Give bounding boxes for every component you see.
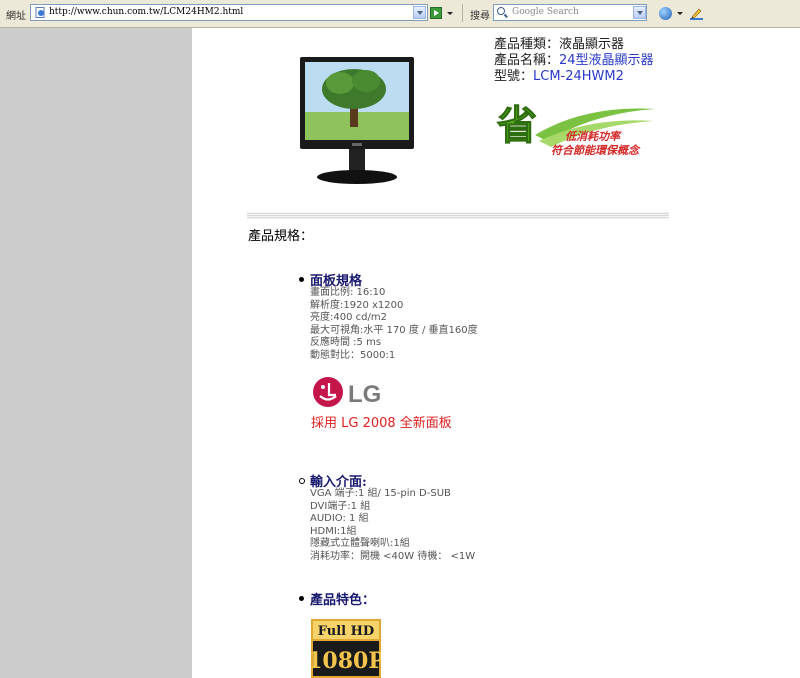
1080p-text: 1080P [311, 648, 381, 674]
eco-saving-badge: 省 低消耗功率 符合節能環保概念 [497, 103, 655, 157]
interface-item: VGA 端子:1 組/ 15-pin D-SUB [310, 488, 451, 499]
globe-menu-arrow-icon[interactable] [677, 12, 683, 15]
features-section-title: 產品特色： [310, 593, 376, 608]
panel-item: 亮度:400 cd/m2 [310, 312, 387, 324]
interface-item: HDMI:1組 [310, 525, 357, 537]
search-label: 搜尋 [470, 11, 490, 22]
address-label: 網址 [6, 11, 26, 22]
address-bar[interactable]: http://www.chun.com.tw/LCM24HM2.html [30, 4, 428, 21]
panel-item: 解析度:1920 x1200 [310, 299, 404, 311]
address-input[interactable]: http://www.chun.com.tw/LCM24HM2.html [49, 7, 243, 17]
go-button[interactable] [430, 7, 442, 19]
eco-line1: 低消耗功率 [565, 130, 622, 143]
search-icon [497, 7, 505, 15]
globe-icon[interactable] [659, 7, 672, 20]
search-input[interactable]: Google Search [512, 7, 579, 17]
product-model-label: 型號： [494, 69, 534, 84]
search-dropdown-button[interactable] [633, 6, 646, 19]
panel-bullet [299, 277, 304, 282]
full-hd-1080p-badge: Full HD 1080P [311, 619, 381, 678]
spec-heading: 產品規格： [248, 229, 314, 244]
page-icon [35, 7, 45, 18]
eco-line2: 符合節能環保概念 [551, 144, 641, 157]
product-monitor-image [300, 57, 414, 184]
product-model-value: LCM-24HWM2 [533, 69, 624, 84]
panel-item: 最大可視角:水平 170 度 / 垂直160度 [310, 324, 478, 336]
panel-item: 動態對比：5000:1 [310, 349, 396, 361]
interface-item: DVI端子:1 組 [310, 500, 371, 512]
features-bullet [299, 596, 304, 601]
section-divider [247, 212, 669, 219]
address-dropdown-button[interactable] [413, 6, 426, 19]
pencil-icon[interactable] [690, 7, 703, 20]
lg-logo: LG [313, 377, 381, 408]
lg-logo-text: LG [348, 381, 381, 408]
eco-big-char: 省 [497, 103, 537, 149]
interface-item: 消耗功率：開機 <40W 待機： <1W [310, 550, 476, 562]
search-bar[interactable]: Google Search [493, 4, 647, 21]
interface-spec-list: VGA 端子:1 組/ 15-pin D-SUB DVI端子:1 組 AUDIO: … [310, 488, 475, 564]
toolbar-separator [462, 4, 463, 22]
browser-toolbar: 網址 http://www.chun.com.tw/LCM24HM2.html … [0, 0, 800, 28]
panel-item: 反應時間 :5 ms [310, 337, 382, 349]
lg-panel-caption: 採用 LG 2008 全新面板 [311, 416, 452, 431]
interface-item: 隱藏式立體聲喇叭:1組 [310, 538, 410, 550]
go-menu-arrow-icon[interactable] [447, 12, 453, 15]
panel-spec-list: 畫面比例: 16:10 解析度:1920 x1200 亮度:400 cd/m2 最大可… [310, 287, 478, 363]
page-left-gutter [0, 28, 192, 678]
panel-item: 畫面比例: 16:10 [310, 287, 386, 298]
product-model: 型號：LCM-24HWM2 [494, 65, 624, 84]
interface-item: AUDIO: 1 組 [310, 513, 369, 525]
full-hd-text: Full HD [318, 624, 374, 639]
interface-bullet [299, 478, 305, 484]
